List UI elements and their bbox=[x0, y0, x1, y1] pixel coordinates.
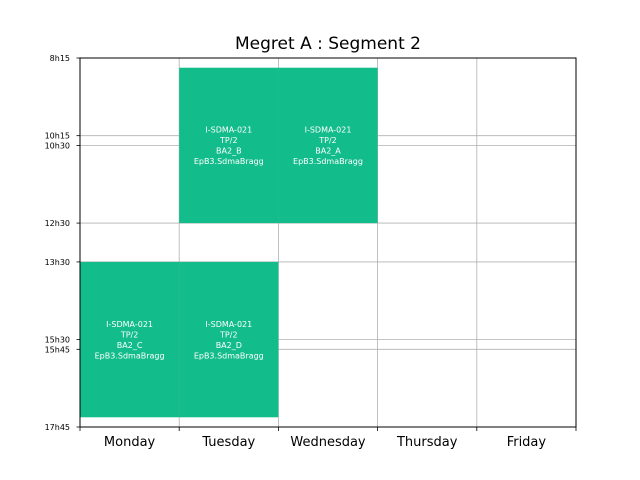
y-tick-label: 10h15 bbox=[45, 132, 70, 141]
chart-title: Megret A : Segment 2 bbox=[235, 34, 421, 54]
event-label-line: EpB3.SdmaBragg bbox=[194, 157, 264, 166]
timetable-chart: Megret A : Segment 2 I-SDMA-021TP/2BA2_B… bbox=[45, 34, 577, 450]
event-label-line: I-SDMA-021 bbox=[205, 126, 252, 135]
event-label-line: EpB3.SdmaBragg bbox=[194, 351, 264, 360]
event-label-line: BA2_B bbox=[216, 147, 242, 156]
event-label-line: BA2_C bbox=[117, 341, 143, 350]
event-label-line: I-SDMA-021 bbox=[305, 126, 352, 135]
event-label-line: I-SDMA-021 bbox=[205, 320, 252, 329]
event-label-line: TP/2 bbox=[120, 330, 139, 339]
x-tick-label: Tuesday bbox=[201, 435, 255, 450]
event-label-line: BA2_A bbox=[315, 147, 341, 156]
y-tick-label: 13h30 bbox=[45, 258, 70, 267]
x-tick-label: Friday bbox=[507, 435, 547, 450]
event-label-line: EpB3.SdmaBragg bbox=[293, 157, 363, 166]
x-tick-label: Wednesday bbox=[290, 435, 366, 450]
y-tick-label: 15h30 bbox=[45, 336, 70, 345]
event-block bbox=[179, 67, 279, 224]
x-tick-label: Monday bbox=[104, 435, 156, 450]
event-label-line: BA2_D bbox=[216, 341, 242, 350]
event-label-line: TP/2 bbox=[318, 136, 337, 145]
event-label-line: EpB3.SdmaBragg bbox=[95, 351, 165, 360]
y-tick-label: 10h30 bbox=[45, 141, 70, 150]
event-block bbox=[278, 67, 378, 224]
x-axis-ticks: Monday Tuesday Wednesday Thursday Friday bbox=[79, 427, 577, 450]
event-block bbox=[179, 261, 279, 418]
event-blocks: I-SDMA-021TP/2BA2_BEpB3.SdmaBraggI-SDMA-… bbox=[80, 67, 378, 418]
y-tick-label: 12h30 bbox=[45, 219, 70, 228]
y-tick-label: 8h15 bbox=[50, 54, 70, 63]
y-axis-ticks: 8h15 10h1510h30 12h30 13h30 15h3015h45 17h45 bbox=[45, 54, 80, 432]
event-label-line: TP/2 bbox=[219, 136, 238, 145]
x-tick-label: Thursday bbox=[396, 435, 458, 450]
event-label-line: TP/2 bbox=[219, 330, 238, 339]
event-block bbox=[80, 261, 180, 418]
y-tick-label: 15h45 bbox=[45, 345, 70, 354]
event-label-line: I-SDMA-021 bbox=[106, 320, 153, 329]
y-tick-label: 17h45 bbox=[45, 423, 70, 432]
